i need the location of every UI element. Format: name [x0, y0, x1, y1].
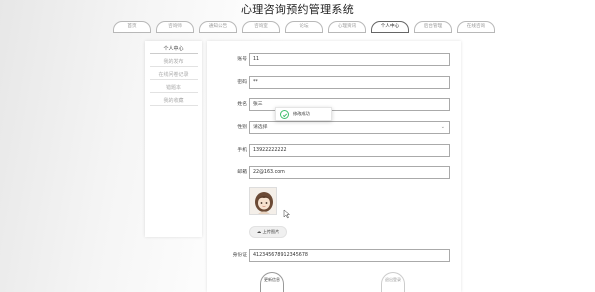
- gender-select[interactable]: 请选择 ⌄: [249, 121, 450, 134]
- email-row: 邮箱 22@163.com: [207, 166, 461, 179]
- top-nav: 首页 咨询师 通知公告 咨询室 论坛 心理资讯 个人中心 后台管理 在线咨询: [113, 21, 495, 33]
- gender-row: 性别 请选择 ⌄: [207, 121, 461, 134]
- success-toast: 修改成功: [275, 107, 332, 121]
- account-input[interactable]: 11: [249, 53, 450, 66]
- sidebar-item-my-posts[interactable]: 我的发布: [149, 57, 198, 67]
- id-card-row: 身份证 412345678912345678: [207, 249, 461, 262]
- profile-form: 账号 11 密码 ** 姓名 张三 性别 请选择 ⌄ 手机 1392222222…: [207, 41, 461, 292]
- nav-admin[interactable]: 后台管理: [414, 21, 452, 33]
- nav-news[interactable]: 心理资讯: [328, 21, 366, 33]
- chevron-down-icon: ⌄: [440, 124, 445, 130]
- gender-select-value: 请选择: [253, 125, 268, 130]
- mouse-cursor-icon: [283, 209, 291, 219]
- sidebar-item-favorites[interactable]: 我的收藏: [149, 96, 198, 106]
- avatar-image[interactable]: [249, 187, 277, 215]
- account-row: 账号 11: [207, 53, 461, 66]
- nav-home[interactable]: 首页: [113, 21, 151, 33]
- phone-input[interactable]: 13922222222: [249, 144, 450, 157]
- id-card-input[interactable]: 412345678912345678: [249, 249, 450, 262]
- sidebar-item-profile[interactable]: 个人中心: [149, 44, 198, 54]
- nav-online-consult[interactable]: 在线咨询: [457, 21, 495, 33]
- avatar-illustration: [250, 188, 276, 214]
- account-label: 账号: [237, 57, 247, 62]
- email-label: 邮箱: [237, 170, 247, 175]
- password-label: 密码: [237, 80, 247, 85]
- sidebar-item-mistakes[interactable]: 错题本: [149, 83, 198, 93]
- id-card-label: 身份证: [232, 253, 247, 258]
- sidebar: 个人中心 我的发布 在线问卷记录 错题本 我的收藏: [145, 41, 202, 237]
- check-circle-icon: [280, 110, 289, 119]
- logout-button[interactable]: 退出登录: [381, 272, 405, 292]
- update-info-button[interactable]: 更新信息: [260, 272, 284, 292]
- site-title: 心理咨询预约管理系统: [241, 3, 354, 16]
- gender-label: 性别: [237, 125, 247, 130]
- upload-image-button[interactable]: ☁ 上传图片: [249, 226, 287, 238]
- nav-room[interactable]: 咨询室: [242, 21, 280, 33]
- password-input[interactable]: **: [249, 76, 450, 89]
- email-input[interactable]: 22@163.com: [249, 166, 450, 179]
- nav-counselor[interactable]: 咨询师: [156, 21, 194, 33]
- nav-notice[interactable]: 通知公告: [199, 21, 237, 33]
- sidebar-item-questionnaire[interactable]: 在线问卷记录: [149, 70, 198, 80]
- upload-image-label: 上传图片: [262, 229, 280, 234]
- nav-profile[interactable]: 个人中心: [371, 21, 409, 33]
- cloud-upload-icon: ☁: [256, 230, 262, 235]
- name-label: 姓名: [237, 102, 247, 107]
- password-row: 密码 **: [207, 76, 461, 89]
- name-row: 姓名 张三: [207, 98, 461, 111]
- nav-forum[interactable]: 论坛: [285, 21, 323, 33]
- phone-label: 手机: [237, 148, 247, 153]
- phone-row: 手机 13922222222: [207, 144, 461, 157]
- toast-message: 修改成功: [293, 111, 310, 116]
